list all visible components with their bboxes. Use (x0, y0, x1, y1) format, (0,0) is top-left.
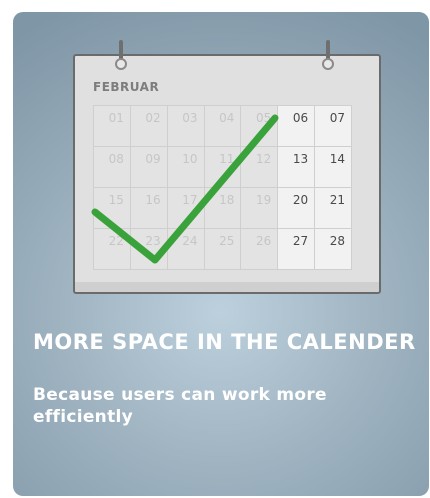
calendar-day: 06 (278, 106, 316, 147)
calendar-day: 03 (167, 106, 205, 147)
calendar-day: 21 (315, 188, 352, 229)
calendar-day: 28 (315, 229, 352, 270)
feature-headline: MORE SPACE IN THE CALENDER (33, 330, 416, 354)
calendar-illustration: FEBRUAR 01 02 03 04 05 06 07 08 09 10 11 12 13 14 15 16… (73, 40, 381, 294)
calendar-day: 25 (204, 229, 242, 270)
calendar-day: 12 (241, 147, 279, 188)
calendar-day: 11 (204, 147, 242, 188)
calendar-day: 13 (278, 147, 316, 188)
calendar-day: 16 (130, 188, 168, 229)
calendar-day: 22 (94, 229, 131, 270)
calendar-day: 24 (167, 229, 205, 270)
calendar-day: 05 (241, 106, 279, 147)
calendar-day: 01 (94, 106, 131, 147)
calendar-day: 07 (315, 106, 352, 147)
calendar-month: FEBRUAR (93, 80, 160, 94)
feature-card: FEBRUAR 01 02 03 04 05 06 07 08 09 10 11 12 13 14 15 16… (13, 12, 429, 496)
calendar-day: 08 (94, 147, 131, 188)
calendar-grid: 01 02 03 04 05 06 07 08 09 10 11 12 13 14 15 16 17 18 19 20… (93, 105, 352, 270)
calendar-day: 18 (204, 188, 242, 229)
calendar-day: 17 (167, 188, 205, 229)
calendar-day: 20 (278, 188, 316, 229)
calendar-day: 26 (241, 229, 279, 270)
calendar-ring-right (322, 58, 334, 70)
calendar-day: 19 (241, 188, 279, 229)
calendar-day: 02 (130, 106, 168, 147)
calendar-day: 04 (204, 106, 242, 147)
calendar-day: 09 (130, 147, 168, 188)
calendar-day: 15 (94, 188, 131, 229)
calendar-day: 10 (167, 147, 205, 188)
calendar-day: 23 (130, 229, 168, 270)
calendar-day: 14 (315, 147, 352, 188)
calendar-ring-left (115, 58, 127, 70)
feature-description: Because users can work more efficiently (33, 385, 327, 427)
calendar-day: 27 (278, 229, 316, 270)
